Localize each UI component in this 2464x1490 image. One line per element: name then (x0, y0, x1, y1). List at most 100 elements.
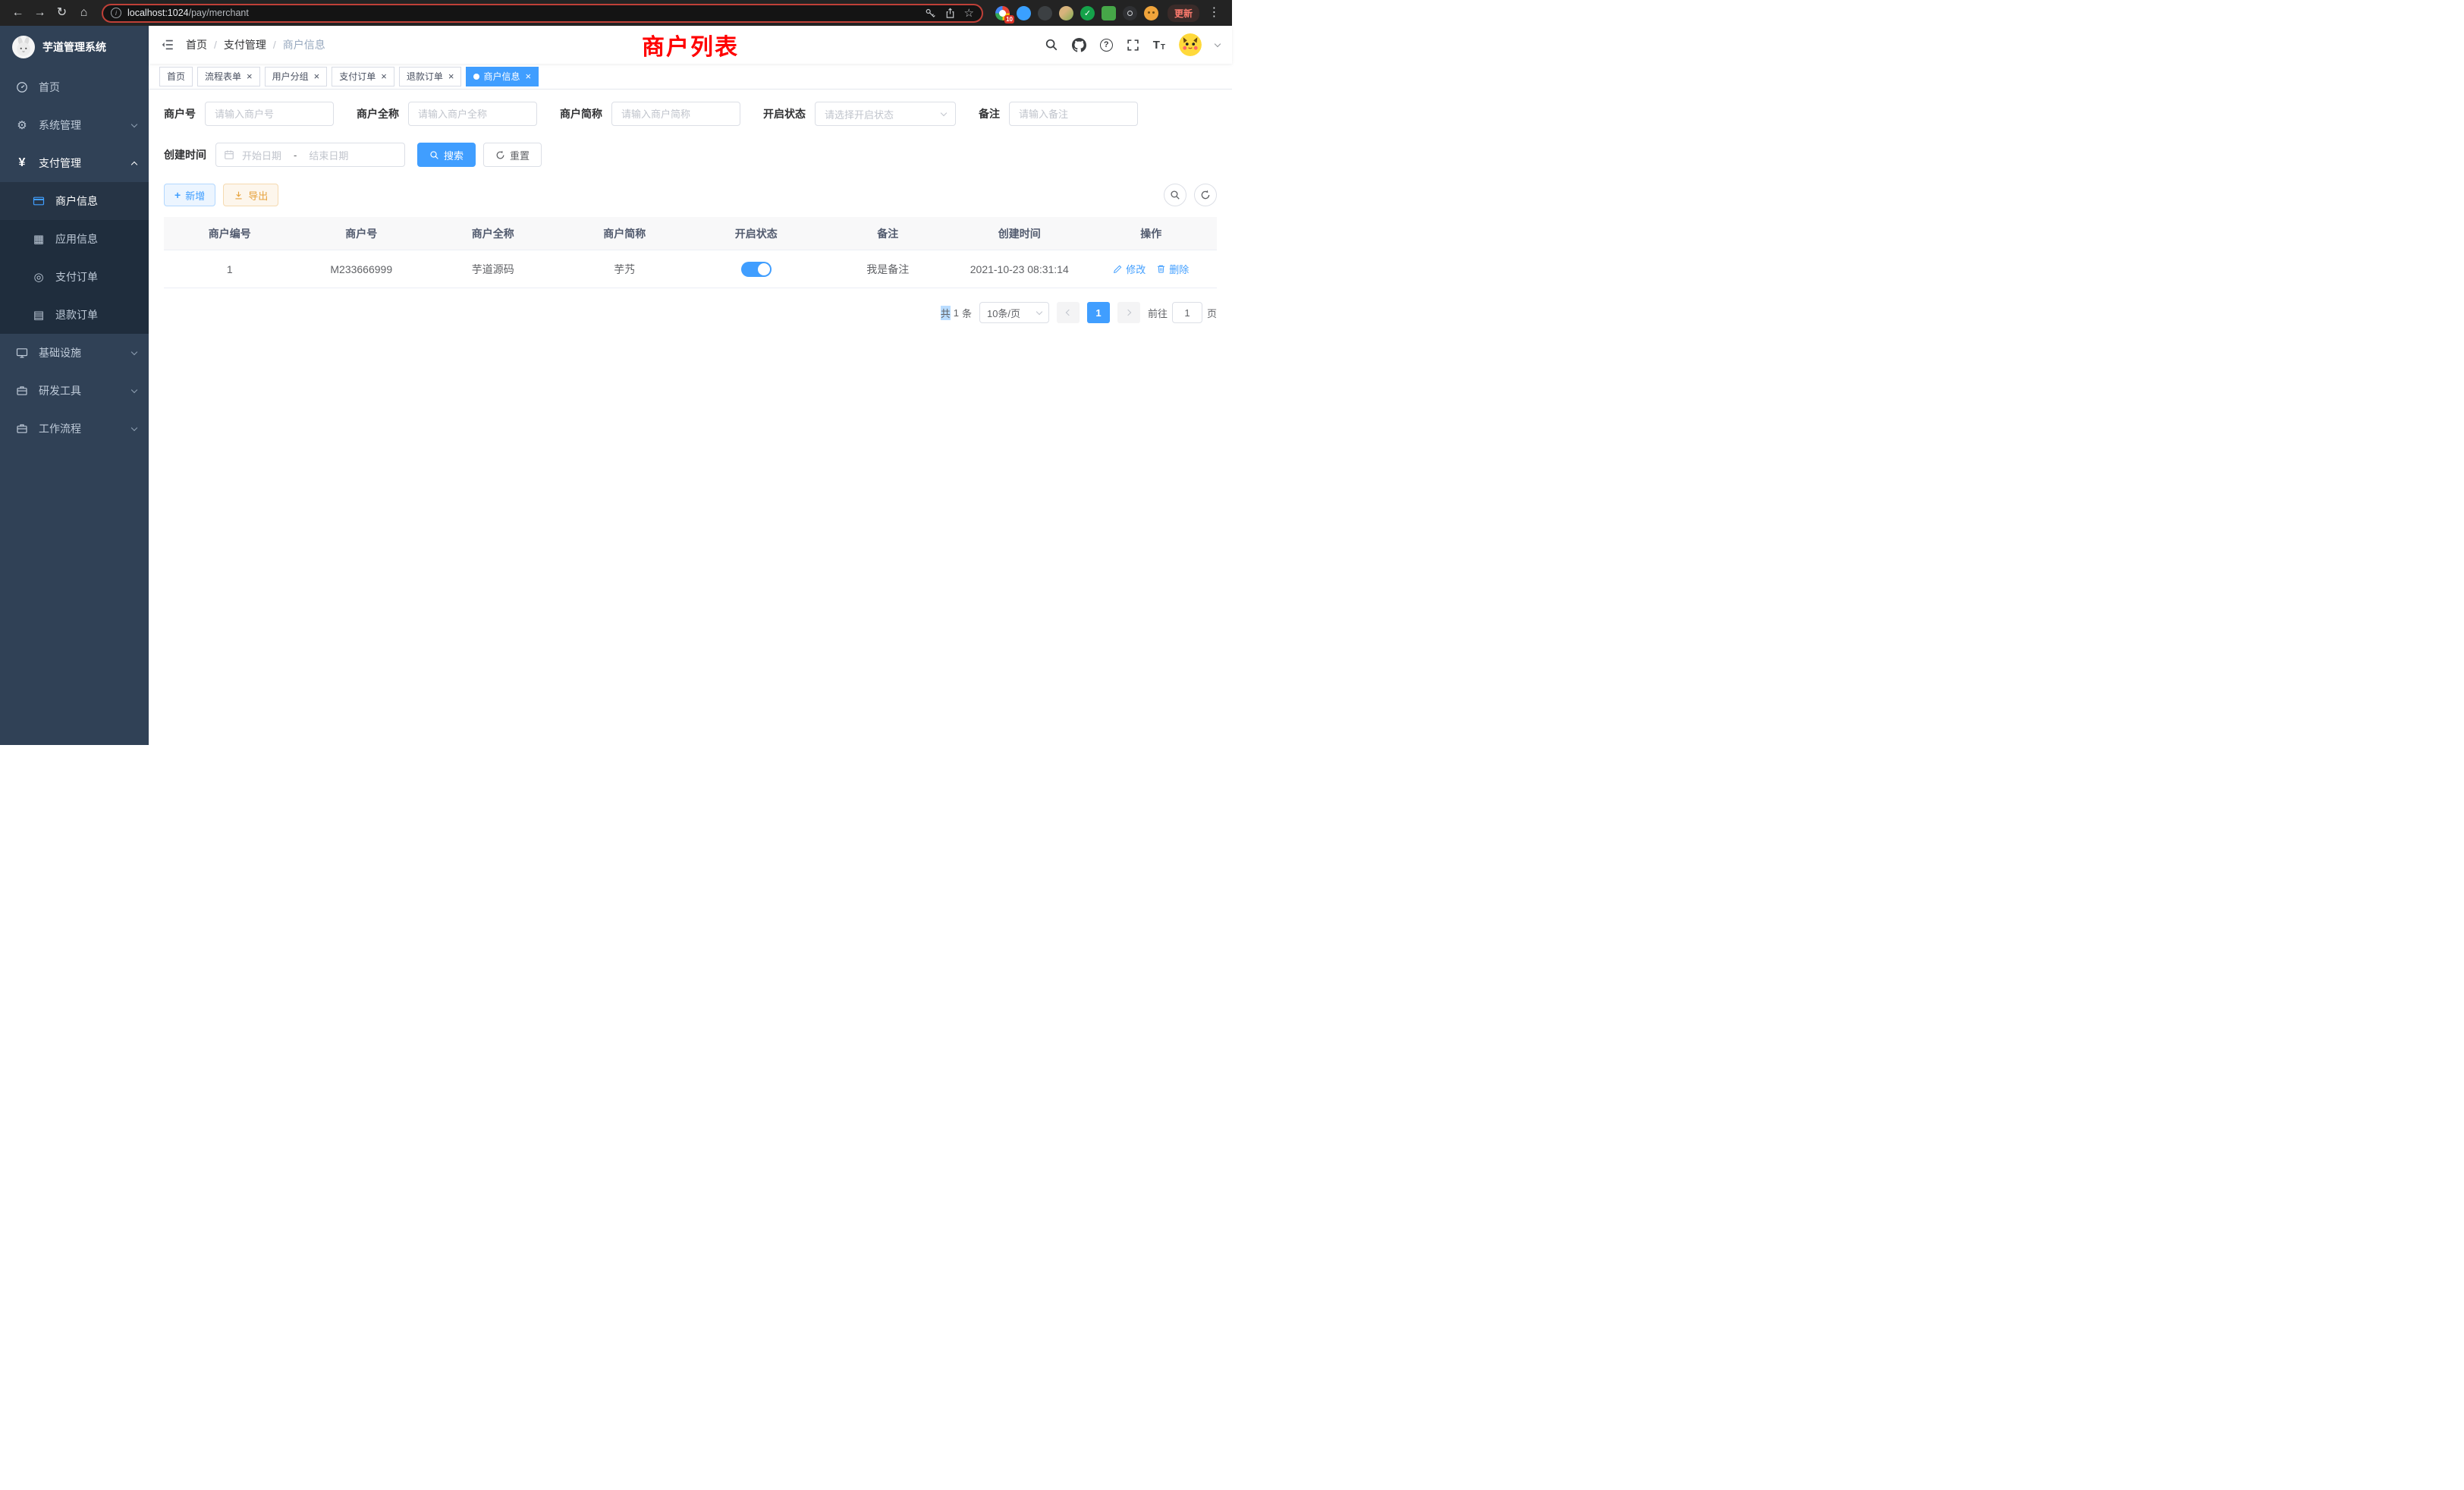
browser-update-button[interactable]: 更新 (1168, 5, 1199, 22)
edit-link[interactable]: 修改 (1113, 262, 1146, 276)
tab-pay-orders[interactable]: 支付订单 × (332, 67, 394, 86)
help-icon[interactable]: ? (1100, 39, 1113, 52)
merchant-no-input[interactable] (205, 102, 334, 126)
url-bar[interactable]: i localhost:1024/pay/merchant ☆ (102, 4, 983, 23)
reset-button[interactable]: 重置 (483, 143, 542, 167)
close-icon[interactable]: × (314, 71, 320, 81)
active-tab-dot (473, 74, 479, 80)
prev-page-button[interactable] (1057, 302, 1080, 323)
app-logo[interactable]: 芋道管理系统 (0, 26, 149, 68)
tab-refund-orders[interactable]: 退款订单× (399, 67, 462, 86)
table-toolbar: + 新增 导出 (164, 184, 1217, 206)
date-range-picker[interactable]: 开始日期 - 结束日期 (215, 143, 405, 167)
chevron-down-icon (131, 386, 137, 392)
chevron-down-icon (1036, 308, 1042, 314)
close-icon[interactable]: × (525, 71, 531, 81)
next-page-button[interactable] (1117, 302, 1140, 323)
close-icon[interactable]: × (247, 71, 253, 81)
reload-icon[interactable]: ↻ (52, 7, 72, 19)
refresh-table-button[interactable] (1194, 184, 1217, 206)
calendar-icon (224, 149, 234, 160)
breadcrumb-home[interactable]: 首页 (186, 37, 207, 52)
filter-full-name: 商户全称 (357, 102, 537, 126)
refresh-icon (495, 150, 505, 160)
sidebar-item-label: 商户信息 (55, 193, 137, 209)
extension-green-square-icon[interactable] (1102, 6, 1116, 20)
close-icon[interactable]: × (448, 71, 454, 81)
search-button[interactable]: 搜索 (417, 143, 476, 167)
sidebar-item-workflow[interactable]: 工作流程 (0, 410, 149, 448)
github-icon[interactable] (1072, 38, 1086, 52)
short-name-input[interactable] (611, 102, 740, 126)
goto-page-input[interactable] (1172, 302, 1202, 323)
extension-knot-icon[interactable] (1123, 6, 1137, 20)
sidebar-item-system[interactable]: ⚙ 系统管理 (0, 106, 149, 144)
tab-merchant-info[interactable]: 商户信息× (466, 67, 539, 86)
cell-merchant-id: 1 (164, 263, 296, 275)
share-icon[interactable] (944, 8, 956, 19)
sidebar-item-merchant-info[interactable]: 商户信息 (0, 182, 149, 220)
select-placeholder: 请选择开启状态 (825, 107, 894, 121)
edit-icon (1113, 264, 1123, 274)
column-header: 备注 (822, 226, 954, 241)
tab-user-group[interactable]: 用户分组× (265, 67, 328, 86)
tab-home[interactable]: 首页 (159, 67, 193, 86)
home-icon[interactable]: ⌂ (74, 7, 94, 19)
site-info-icon[interactable]: i (111, 8, 121, 18)
password-key-icon[interactable] (925, 8, 936, 19)
user-avatar[interactable] (1179, 33, 1202, 56)
sidebar-item-payment[interactable]: ¥ 支付管理 (0, 144, 149, 182)
sidebar-toggle-icon[interactable] (161, 38, 174, 52)
sidebar-item-dev-tools[interactable]: 研发工具 (0, 372, 149, 410)
add-button-label: 新增 (185, 188, 205, 203)
sidebar-item-app-info[interactable]: ▦ 应用信息 (0, 220, 149, 258)
date-separator: - (294, 149, 297, 161)
status-toggle[interactable] (741, 262, 772, 277)
page-number-button[interactable]: 1 (1087, 302, 1110, 323)
back-icon[interactable]: ← (8, 7, 28, 19)
page-annotation: 商户列表 (642, 28, 739, 61)
fullscreen-icon[interactable] (1127, 39, 1139, 52)
extension-check-icon[interactable]: ✓ (1080, 6, 1095, 20)
sidebar-item-home[interactable]: 首页 (0, 68, 149, 106)
tab-process-form[interactable]: 流程表单× (197, 67, 260, 86)
delete-link-label: 删除 (1169, 262, 1189, 276)
sidebar-item-label: 基础设施 (39, 345, 132, 360)
extension-face-icon[interactable] (1144, 6, 1158, 20)
cell-remark: 我是备注 (822, 262, 954, 277)
filter-short-name: 商户简称 (560, 102, 740, 126)
filter-label: 商户简称 (560, 106, 602, 121)
remark-input[interactable] (1009, 102, 1138, 126)
full-name-input[interactable] (408, 102, 537, 126)
sidebar-item-infrastructure[interactable]: 基础设施 (0, 334, 149, 372)
avatar-dropdown-chevron-icon[interactable] (1215, 40, 1221, 46)
extension-blue-icon[interactable] (1017, 6, 1031, 20)
delete-link[interactable]: 删除 (1156, 262, 1189, 276)
target-icon: ◎ (32, 272, 46, 283)
search-icon[interactable] (1045, 38, 1058, 52)
filter-create-time: 创建时间 开始日期 - 结束日期 (164, 143, 405, 167)
cell-actions: 修改 删除 (1086, 262, 1218, 276)
browser-menu-icon[interactable]: ⋮ (1204, 7, 1224, 19)
browser-toolbar: ← → ↻ ⌂ i localhost:1024/pay/merchant ☆ … (0, 0, 1232, 26)
toggle-search-button[interactable] (1164, 184, 1186, 206)
page-size-select[interactable]: 10条/页 (979, 302, 1049, 323)
export-button[interactable]: 导出 (223, 184, 278, 206)
extension-pinwheel-icon[interactable]: 10 (995, 6, 1010, 20)
extension-avatar-icon[interactable] (1059, 6, 1073, 20)
extension-badge: 10 (1004, 15, 1014, 24)
add-button[interactable]: + 新增 (164, 184, 215, 206)
sidebar-item-pay-orders[interactable]: ◎ 支付订单 (0, 258, 149, 296)
extension-dark-icon[interactable] (1038, 6, 1052, 20)
bookmark-star-icon[interactable]: ☆ (964, 8, 974, 19)
tab-label: 支付订单 (339, 70, 376, 83)
font-size-icon[interactable]: TT (1153, 39, 1165, 52)
forward-icon[interactable]: → (30, 7, 50, 19)
url-path: /pay/merchant (189, 8, 249, 18)
sidebar-item-refund-orders[interactable]: ▤ 退款订单 (0, 296, 149, 334)
breadcrumb-payment[interactable]: 支付管理 (224, 37, 266, 52)
sidebar-item-label: 工作流程 (39, 421, 132, 436)
status-select[interactable]: 请选择开启状态 (815, 102, 956, 126)
close-icon[interactable]: × (381, 71, 387, 81)
logo-avatar (12, 36, 35, 58)
